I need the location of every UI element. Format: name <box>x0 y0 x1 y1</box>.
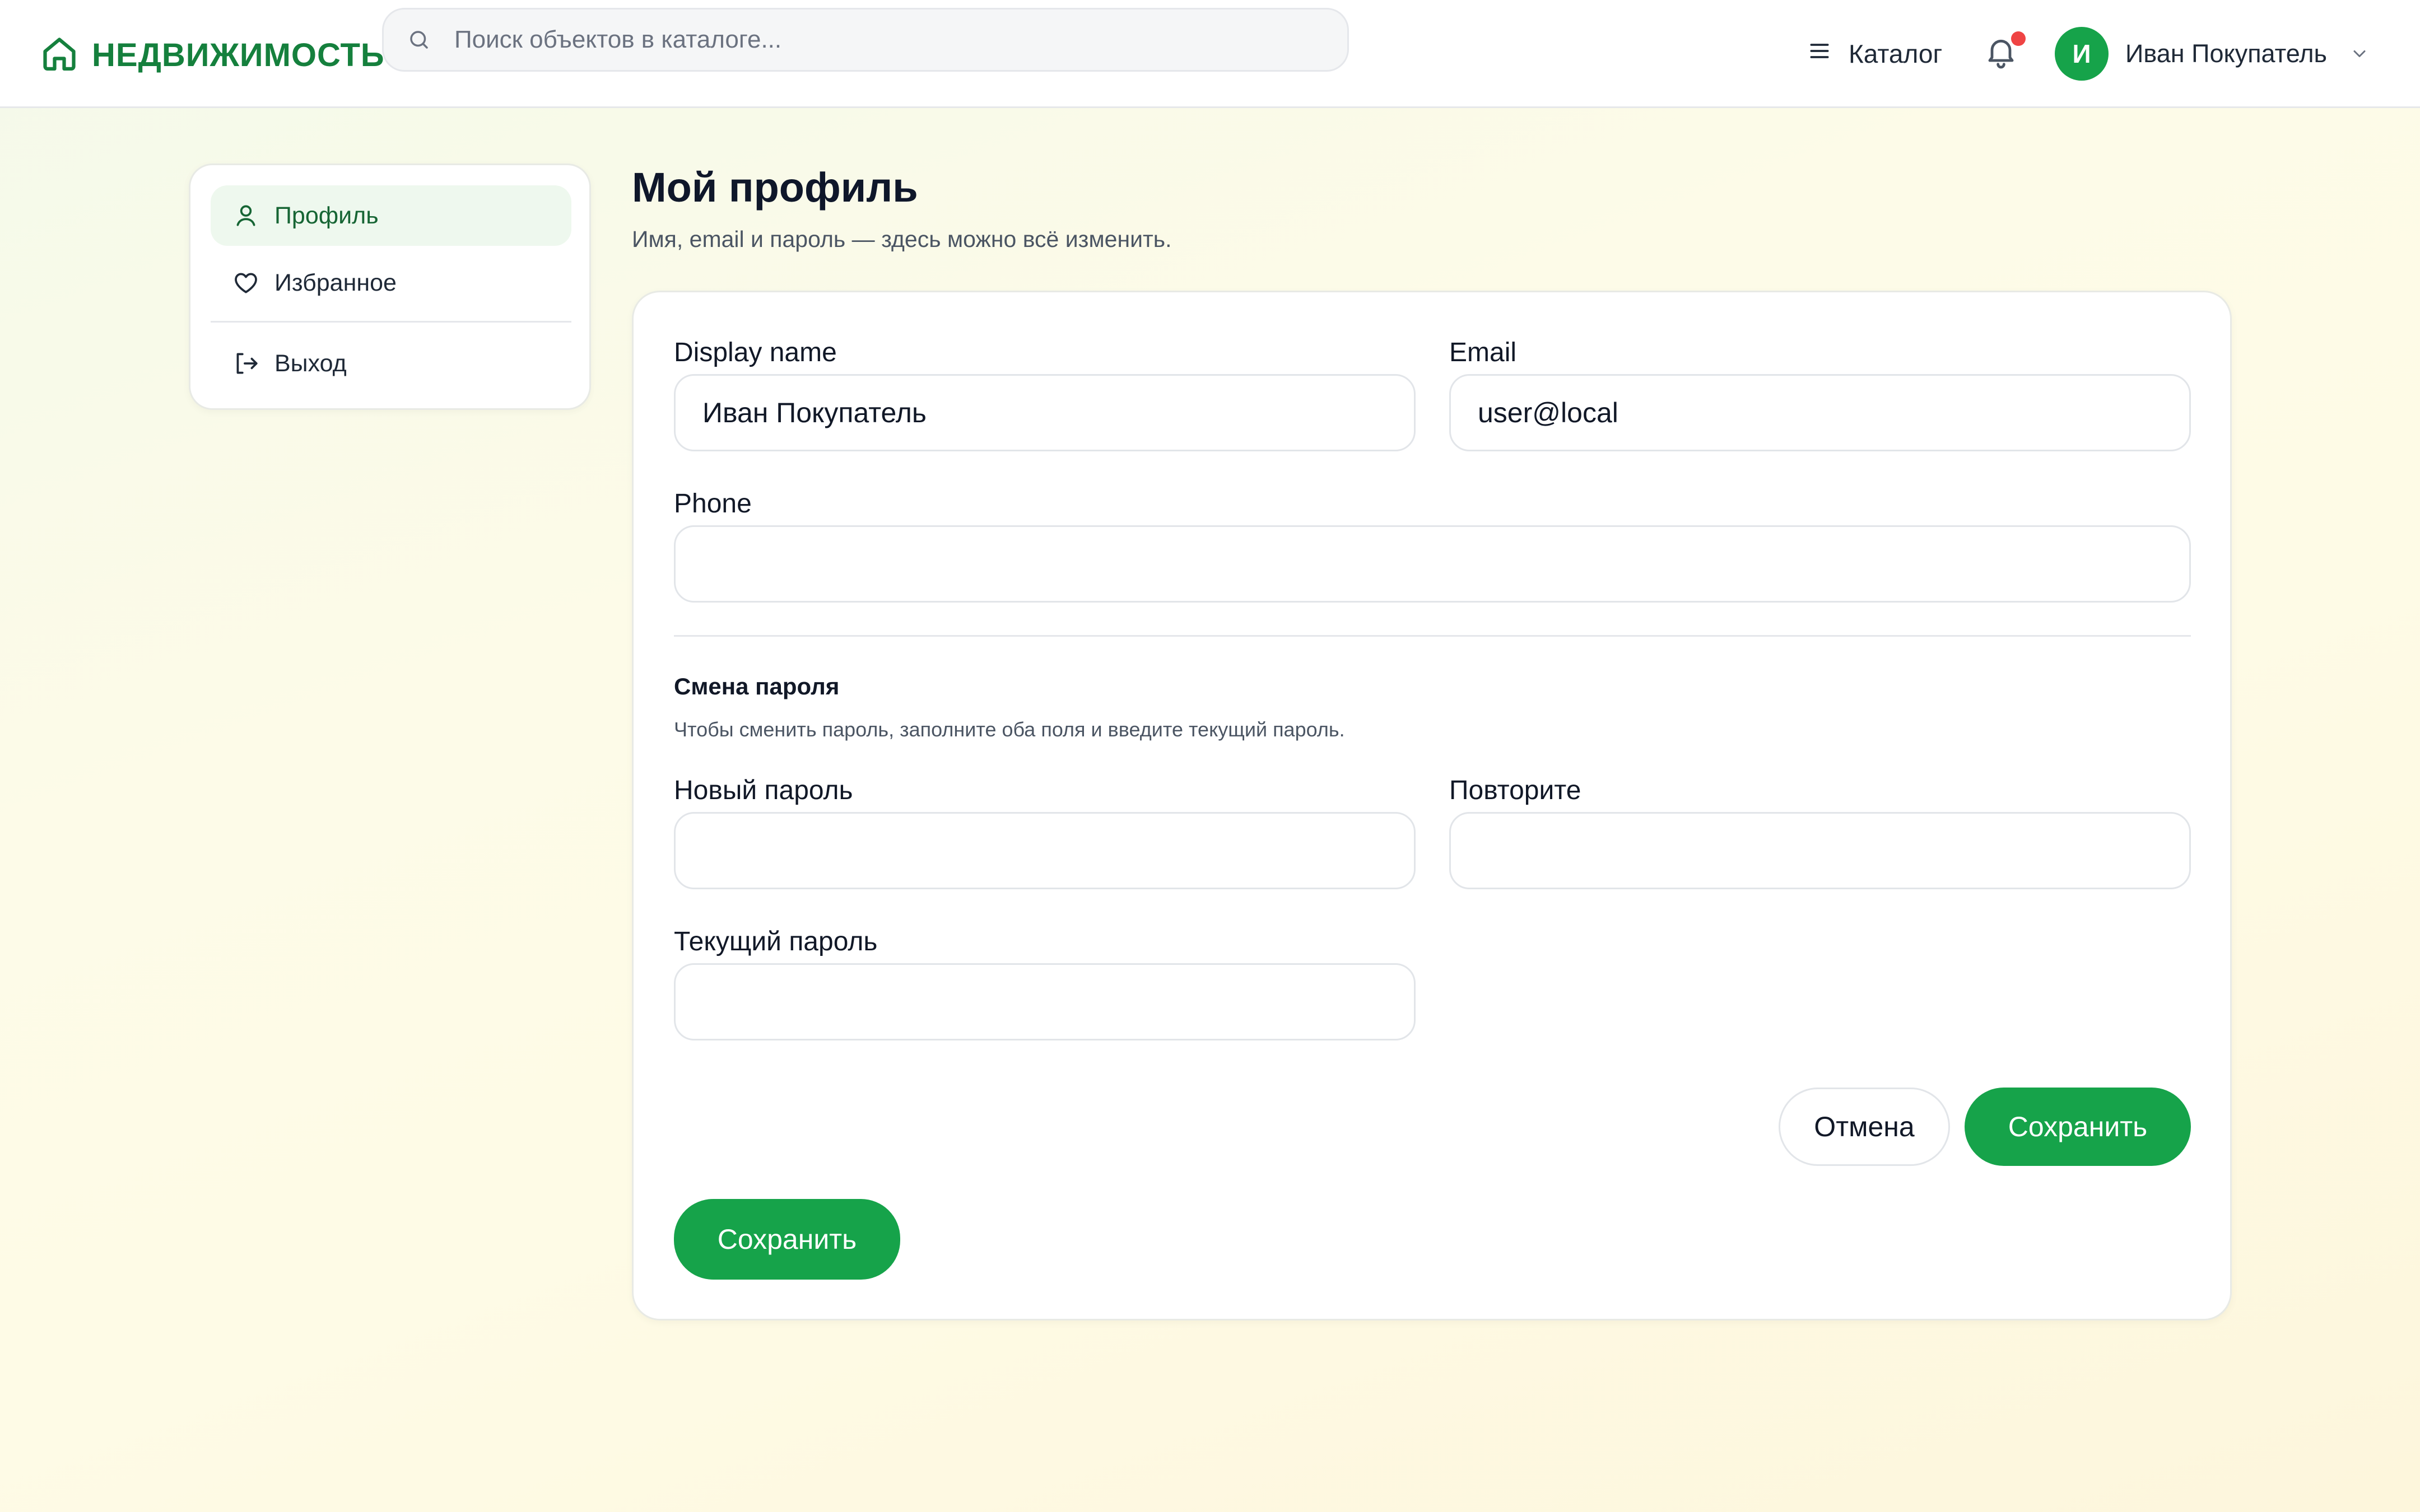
new-password-field[interactable] <box>674 812 1416 889</box>
cancel-button[interactable]: Отмена <box>1779 1088 1950 1166</box>
catalog-label: Каталог <box>1849 39 1943 68</box>
user-name: Иван Покупатель <box>2125 39 2327 68</box>
page-title: Мой профиль <box>632 164 918 211</box>
password-section-title: Смена пароля <box>674 673 840 699</box>
notification-dot <box>2011 31 2026 46</box>
phone-label: Phone <box>674 489 752 519</box>
page-subtitle: Имя, email и пароль — здесь можно всё из… <box>632 226 1172 252</box>
bell-icon <box>1983 39 2019 74</box>
repeat-password-label: Повторите <box>1449 776 1581 805</box>
current-password-field[interactable] <box>674 963 1416 1040</box>
display-name-label: Display name <box>674 338 837 367</box>
sidebar-item-logout[interactable]: Выход <box>211 333 571 394</box>
logout-icon <box>236 353 258 374</box>
email-label: Email <box>1449 338 1517 367</box>
phone-field[interactable] <box>674 525 2191 603</box>
menu-icon <box>1807 39 1832 69</box>
search-bar[interactable] <box>382 8 1349 72</box>
logo-text: НЕДВИЖИМОСТЬ <box>92 36 385 73</box>
user-menu[interactable]: И Иван Покупатель <box>2055 26 2370 81</box>
top-header: НЕДВИЖИМОСТЬ Каталог И Иван Покупатель <box>0 0 2420 108</box>
avatar: И <box>2055 27 2109 81</box>
save-bottom-button[interactable]: Сохранить <box>674 1199 900 1280</box>
save-button[interactable]: Сохранить <box>1965 1088 2191 1166</box>
email-field[interactable] <box>1449 374 2191 451</box>
form-divider <box>674 635 2191 637</box>
notifications-button[interactable] <box>1983 31 2026 76</box>
current-password-label: Текущий пароль <box>674 927 878 956</box>
user-icon <box>236 205 255 226</box>
sidebar-item-label: Выход <box>274 349 347 377</box>
search-input[interactable] <box>454 26 1295 54</box>
catalog-button[interactable]: Каталог <box>1790 32 1942 75</box>
sidebar-item-profile[interactable]: Профиль <box>211 185 571 246</box>
chevron-down-icon <box>2349 44 2370 64</box>
sidebar-divider <box>211 321 571 323</box>
repeat-password-field[interactable] <box>1449 812 2191 889</box>
new-password-label: Новый пароль <box>674 776 853 805</box>
profile-form-card: Display name Email Phone Смена пароля Чт… <box>632 291 2232 1320</box>
sidebar-item-favorites[interactable]: Избранное <box>211 253 571 313</box>
heart-icon <box>235 273 257 293</box>
password-section-hint: Чтобы сменить пароль, заполните оба поля… <box>674 718 1345 741</box>
profile-sidebar: Профиль Избранное Выход <box>189 164 591 410</box>
sidebar-item-label: Профиль <box>274 202 379 229</box>
logo[interactable]: НЕДВИЖИМОСТЬ <box>40 32 385 77</box>
sidebar-item-label: Избранное <box>274 269 397 296</box>
home-icon <box>40 35 78 76</box>
search-icon <box>407 28 431 52</box>
display-name-field[interactable] <box>674 374 1416 451</box>
